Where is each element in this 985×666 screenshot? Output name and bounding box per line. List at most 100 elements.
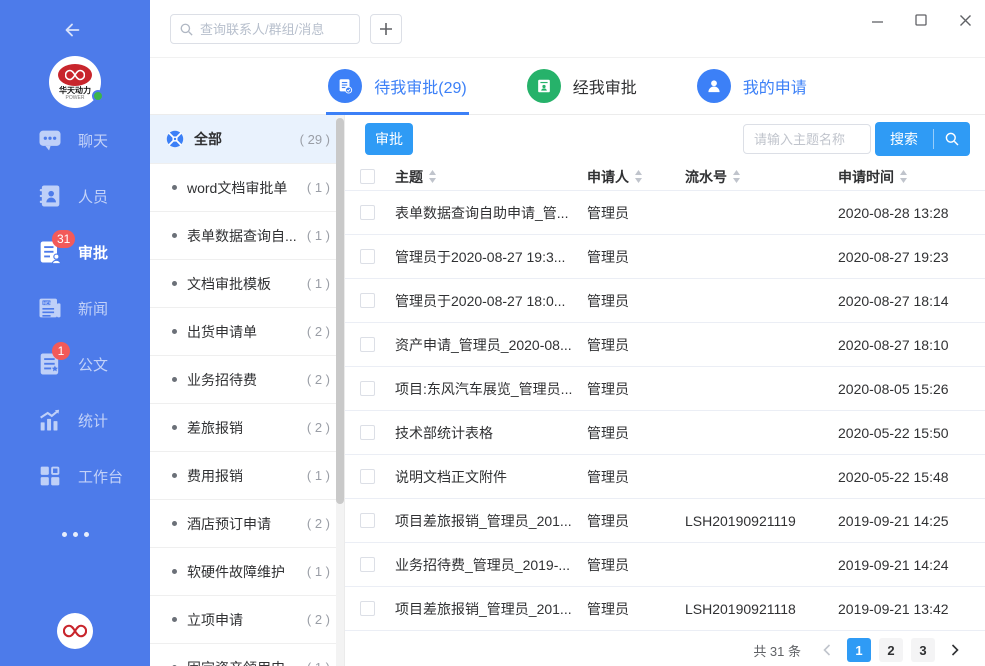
maximize-icon[interactable] (907, 6, 935, 34)
tab-my-applications[interactable]: 我的申请 (695, 58, 809, 114)
row-checkbox[interactable] (360, 337, 375, 352)
contact-search-box[interactable] (170, 14, 360, 44)
search-button[interactable]: 搜索 (875, 122, 933, 156)
sidebar-item-label: 公文 (78, 354, 108, 375)
table-row[interactable]: 资产申请_管理员_2020-08... 管理员 2020-08-27 18:10 (345, 323, 985, 367)
table-row[interactable]: 管理员于2020-08-27 18:0... 管理员 2020-08-27 18… (345, 279, 985, 323)
cell-subject[interactable]: 业务招待费_管理员_2019-... (395, 555, 587, 575)
sidebar-item-approval[interactable]: 31 审批 (0, 224, 150, 280)
bottom-brand-logo-icon[interactable] (57, 613, 93, 649)
cell-subject[interactable]: 项目差旅报销_管理员_201... (395, 511, 587, 531)
cell-applicant: 管理员 (587, 467, 685, 487)
cell-subject[interactable]: 管理员于2020-08-27 18:0... (395, 291, 587, 311)
select-all-checkbox[interactable] (360, 169, 375, 184)
next-page-icon[interactable] (943, 638, 967, 662)
column-header-serial[interactable]: 流水号 (685, 167, 838, 187)
cell-subject[interactable]: 管理员于2020-08-27 19:3... (395, 247, 587, 267)
cell-applicant: 管理员 (587, 203, 685, 223)
row-checkbox[interactable] (360, 557, 375, 572)
table-row[interactable]: 管理员于2020-08-27 19:3... 管理员 2020-08-27 19… (345, 235, 985, 279)
row-checkbox[interactable] (360, 381, 375, 396)
table-row[interactable]: 表单数据查询自助申请_管... 管理员 2020-08-28 13:28 (345, 191, 985, 235)
svg-text:NEW: NEW (43, 301, 53, 306)
category-item[interactable]: 费用报销 ( 1 ) (150, 451, 344, 499)
column-header-subject[interactable]: 主题 (395, 167, 587, 187)
category-item[interactable]: 酒店预订申请 ( 2 ) (150, 499, 344, 547)
back-arrow-icon[interactable] (61, 18, 89, 42)
sidebar-item-stats[interactable]: 统计 (0, 392, 150, 448)
subject-search-input[interactable] (743, 124, 871, 154)
sidebar-item-people[interactable]: 人员 (0, 168, 150, 224)
cell-time: 2019-09-21 13:42 (838, 601, 967, 617)
sort-icon[interactable] (634, 170, 643, 183)
table-row[interactable]: 说明文档正文附件 管理员 2020-05-22 15:48 (345, 455, 985, 499)
tab-pending-approval[interactable]: 待我审批(29) (326, 58, 468, 114)
table-row[interactable]: 技术部统计表格 管理员 2020-05-22 15:50 (345, 411, 985, 455)
row-checkbox[interactable] (360, 601, 375, 616)
category-item[interactable]: 出货申请单 ( 2 ) (150, 307, 344, 355)
cell-serial: LSH20190921118 (685, 601, 838, 617)
category-item[interactable]: 文档审批模板 ( 1 ) (150, 259, 344, 307)
row-checkbox[interactable] (360, 249, 375, 264)
category-count: ( 1 ) (307, 276, 330, 291)
sidebar-item-official-doc[interactable]: 1 公文 (0, 336, 150, 392)
category-item[interactable]: 软硬件故障维护 ( 1 ) (150, 547, 344, 595)
category-panel: 全部 ( 29 ) word文档审批单 ( 1 ) 表单数据查询自... ( 1… (150, 115, 345, 666)
bullet-icon (172, 329, 177, 334)
add-button[interactable] (370, 14, 402, 44)
column-header-time[interactable]: 申请时间 (838, 167, 967, 187)
cell-time: 2019-09-21 14:25 (838, 513, 967, 529)
row-checkbox[interactable] (360, 205, 375, 220)
cell-subject[interactable]: 技术部统计表格 (395, 423, 587, 443)
sort-icon[interactable] (732, 170, 741, 183)
topbar (150, 0, 985, 58)
tab-label: 待我审批(29) (374, 74, 466, 98)
prev-page-icon[interactable] (815, 638, 839, 662)
category-item[interactable]: 差旅报销 ( 2 ) (150, 403, 344, 451)
row-checkbox[interactable] (360, 293, 375, 308)
sidebar-item-label: 审批 (78, 242, 108, 263)
table-row[interactable]: 业务招待费_管理员_2019-... 管理员 2019-09-21 14:24 (345, 543, 985, 587)
sidebar-item-label: 统计 (78, 410, 108, 431)
contact-search-input[interactable] (200, 22, 351, 37)
table-row[interactable]: 项目差旅报销_管理员_201... 管理员 LSH20190921118 201… (345, 587, 985, 631)
sidebar-item-news[interactable]: NEW 新闻 (0, 280, 150, 336)
table-row[interactable]: 项目差旅报销_管理员_201... 管理员 LSH20190921119 201… (345, 499, 985, 543)
approve-button[interactable]: 审批 (365, 123, 413, 155)
page-button-2[interactable]: 2 (879, 638, 903, 662)
close-icon[interactable] (951, 6, 979, 34)
page-button-3[interactable]: 3 (911, 638, 935, 662)
category-all[interactable]: 全部 ( 29 ) (150, 115, 344, 163)
category-item[interactable]: 表单数据查询自... ( 1 ) (150, 211, 344, 259)
category-item[interactable]: 立项申请 ( 2 ) (150, 595, 344, 643)
column-header-applicant[interactable]: 申请人 (587, 167, 685, 187)
category-item[interactable]: word文档审批单 ( 1 ) (150, 163, 344, 211)
sidebar-item-workbench[interactable]: 工作台 (0, 448, 150, 504)
cell-subject[interactable]: 资产申请_管理员_2020-08... (395, 335, 587, 355)
cell-subject[interactable]: 表单数据查询自助申请_管... (395, 203, 587, 223)
cell-time: 2020-05-22 15:48 (838, 469, 967, 485)
row-checkbox[interactable] (360, 469, 375, 484)
more-menu-icon[interactable] (0, 524, 150, 544)
category-label: 差旅报销 (187, 418, 243, 438)
sidebar-item-chat[interactable]: 聊天 (0, 112, 150, 168)
category-label: 业务招待费 (187, 370, 257, 390)
bullet-icon (172, 569, 177, 574)
table-row[interactable]: 项目:东风汽车展览_管理员... 管理员 2020-08-05 15:26 (345, 367, 985, 411)
tab-approved-by-me[interactable]: 经我审批 (525, 58, 639, 114)
category-item[interactable]: 业务招待费 ( 2 ) (150, 355, 344, 403)
tab-label: 我的申请 (743, 74, 807, 98)
brand-logo-icon (58, 64, 92, 86)
cell-subject[interactable]: 项目:东风汽车展览_管理员... (395, 379, 587, 399)
advanced-search-icon[interactable] (934, 122, 970, 156)
category-item[interactable]: 固定资产领用申... ( 1 ) (150, 643, 344, 666)
sort-icon[interactable] (899, 170, 908, 183)
cell-subject[interactable]: 说明文档正文附件 (395, 467, 587, 487)
row-checkbox[interactable] (360, 513, 375, 528)
category-scrollbar-thumb[interactable] (336, 118, 344, 504)
row-checkbox[interactable] (360, 425, 375, 440)
sort-icon[interactable] (428, 170, 437, 183)
cell-subject[interactable]: 项目差旅报销_管理员_201... (395, 599, 587, 619)
page-button-1[interactable]: 1 (847, 638, 871, 662)
minimize-icon[interactable] (863, 6, 891, 34)
